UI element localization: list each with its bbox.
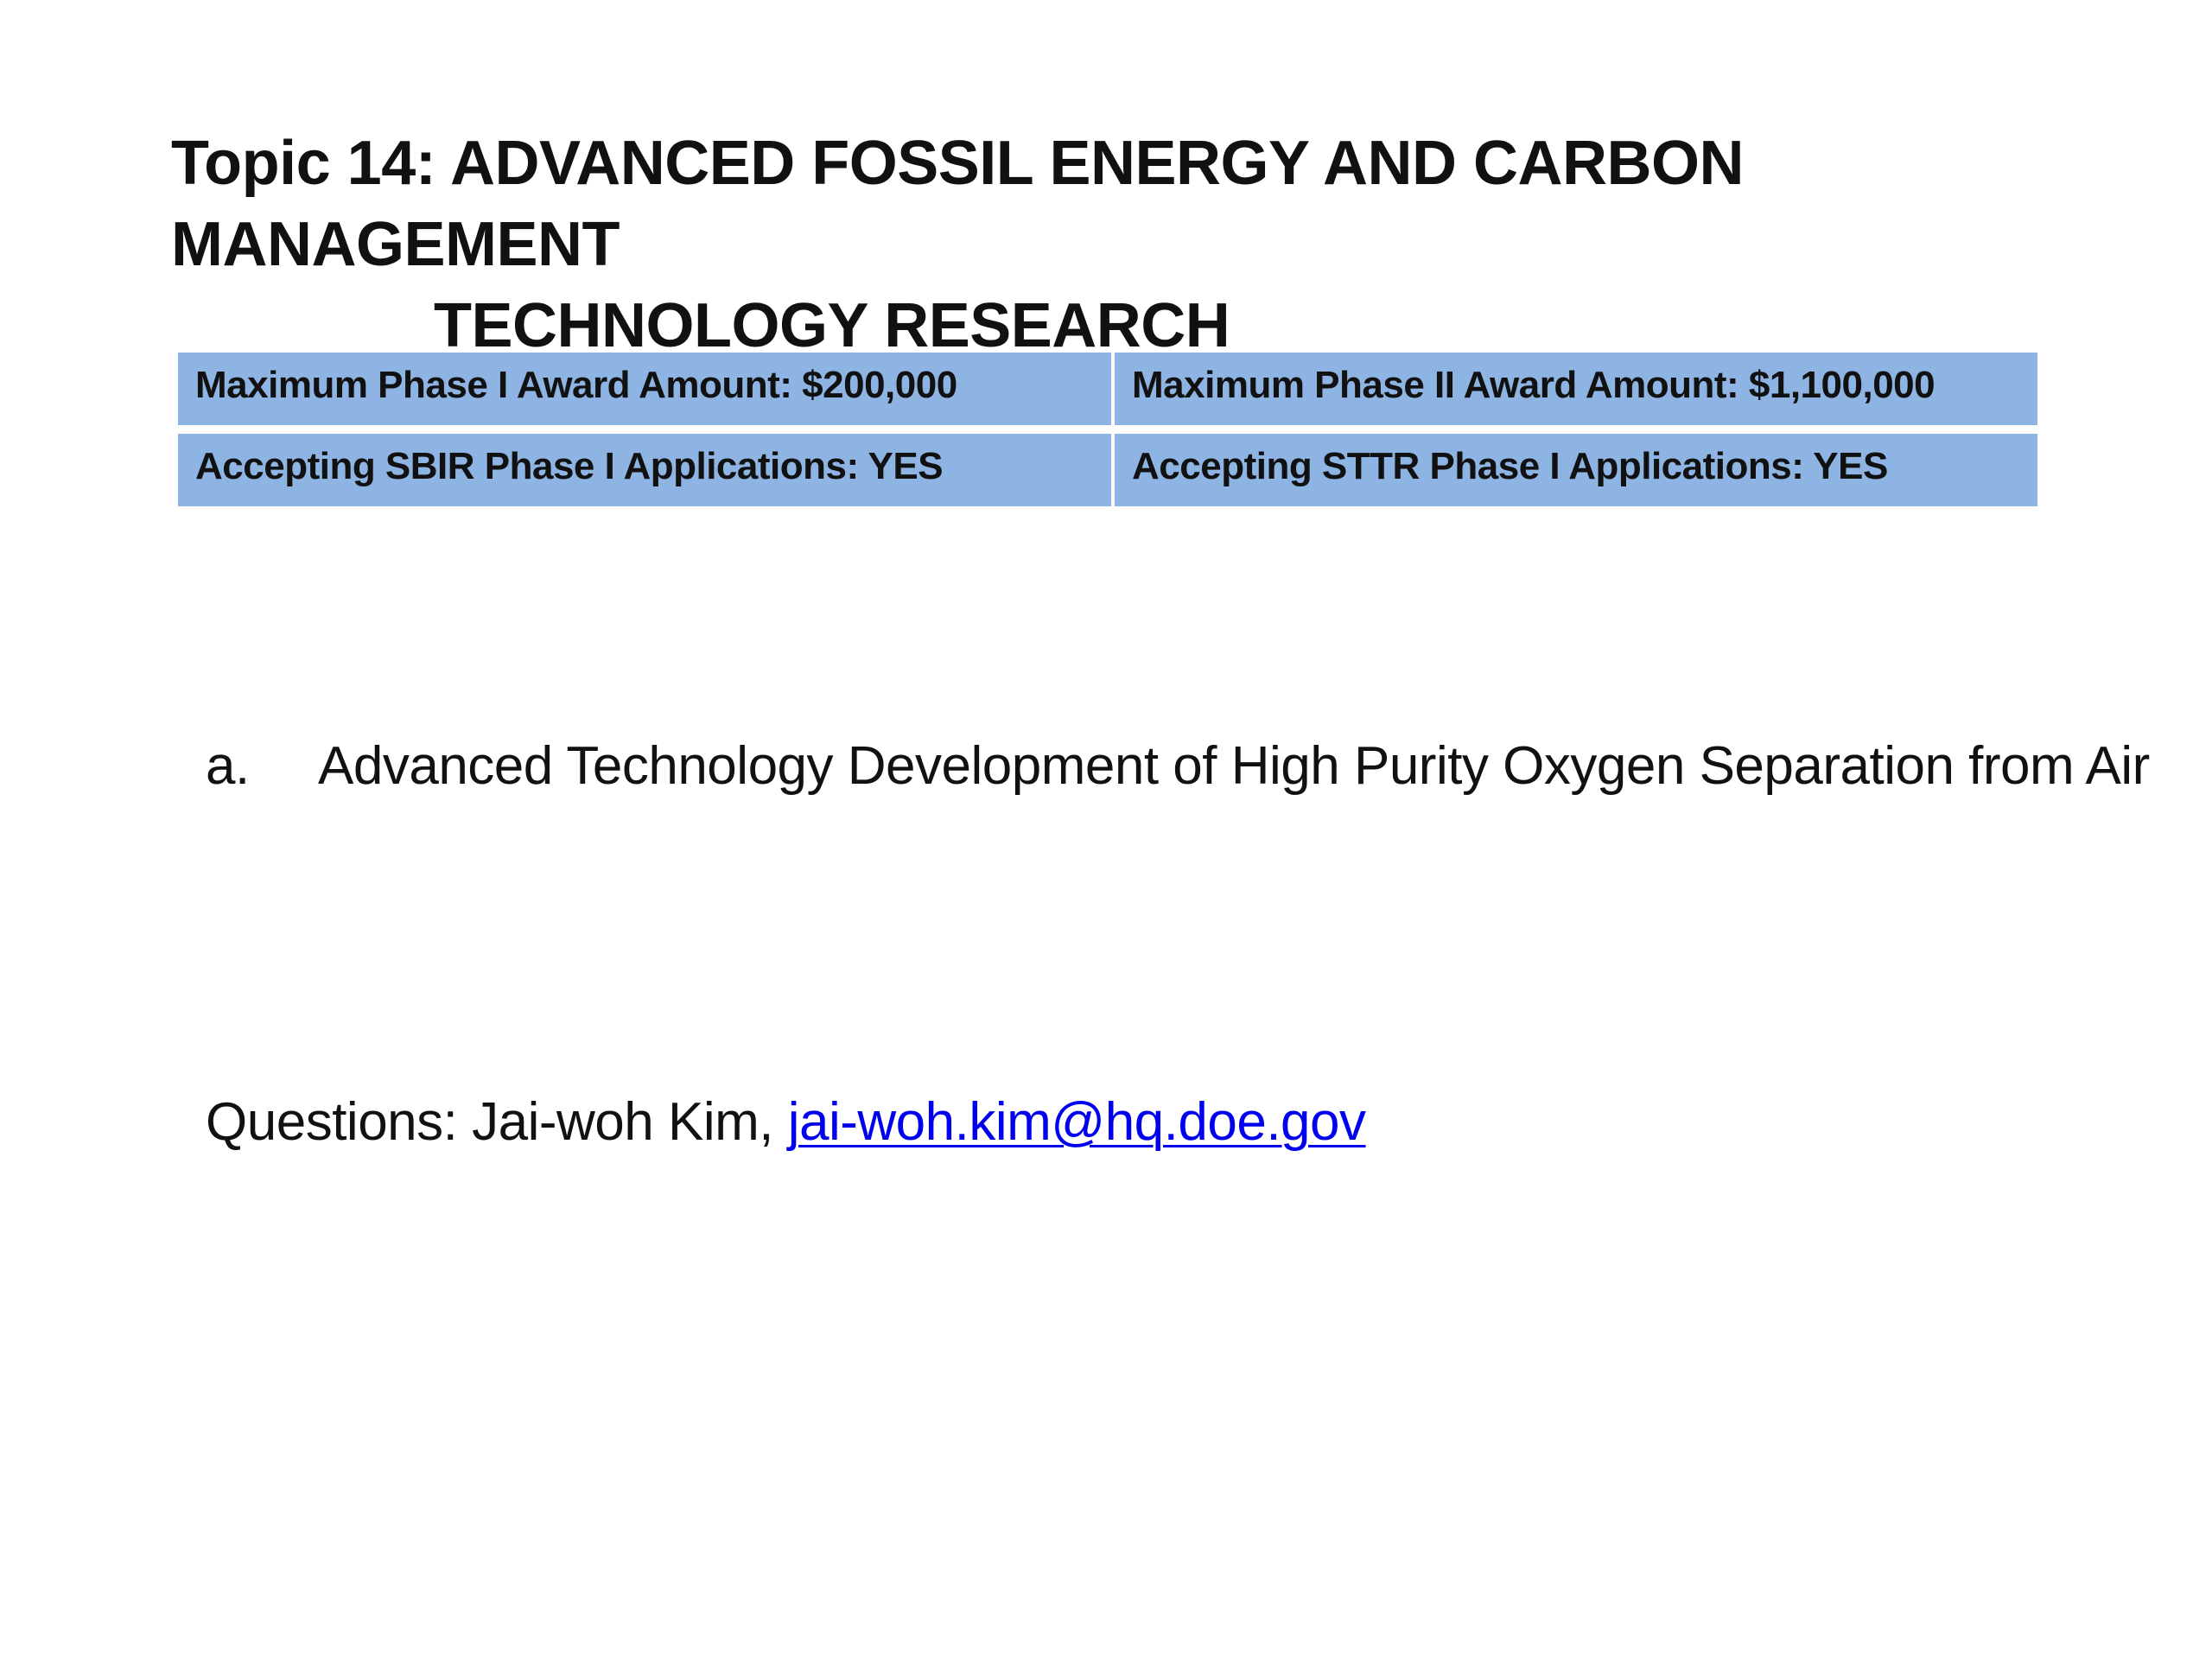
subtopic-marker: a. (206, 736, 250, 796)
subtopic-item: a. Advanced Technology Development of Hi… (206, 731, 2150, 802)
title-line-1: Topic 14: ADVANCED FOSSIL ENERGY AND CAR… (171, 129, 1745, 279)
questions-contact: Questions: Jai-woh Kim, jai-woh.kim@hq.d… (206, 1087, 1366, 1158)
subtopic-text: Advanced Technology Development of High … (318, 736, 2150, 796)
sttr-applications-cell: Accepting STTR Phase I Applications: YES (1115, 434, 2037, 506)
phase-2-award-cell: Maximum Phase II Award Amount: $1,100,00… (1115, 353, 2037, 425)
table-row: Maximum Phase I Award Amount: $200,000 M… (178, 353, 2037, 425)
table-row: Accepting SBIR Phase I Applications: YES… (178, 434, 2037, 506)
page-title: Topic 14: ADVANCED FOSSIL ENERGY AND CAR… (171, 123, 2107, 366)
contact-email-link[interactable]: jai-woh.kim@hq.doe.gov (788, 1092, 1366, 1152)
phase-1-award-cell: Maximum Phase I Award Amount: $200,000 (178, 353, 1111, 425)
sbir-applications-cell: Accepting SBIR Phase I Applications: YES (178, 434, 1111, 506)
slide: Topic 14: ADVANCED FOSSIL ENERGY AND CAR… (0, 0, 2212, 1659)
questions-label: Questions: Jai-woh Kim, (206, 1092, 788, 1152)
award-info-table: Maximum Phase I Award Amount: $200,000 M… (178, 353, 2037, 506)
